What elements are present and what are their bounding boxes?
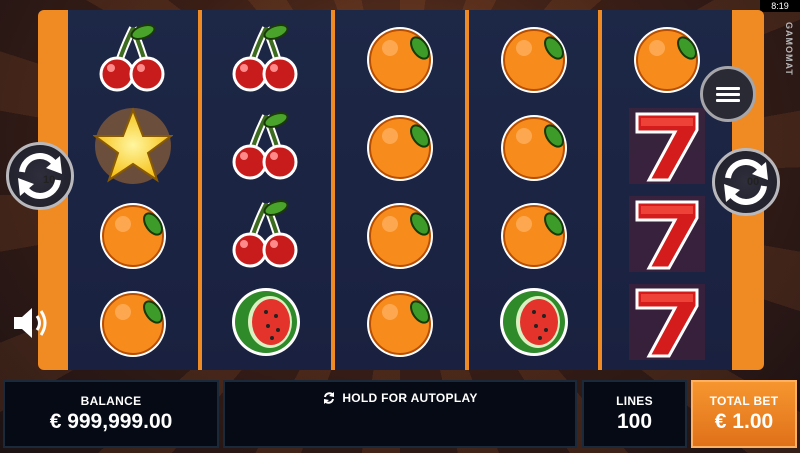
hamburger-menu-icon bbox=[716, 84, 740, 105]
cherry-icon bbox=[224, 17, 308, 99]
autoplay-label: HOLD FOR AUTOPLAY bbox=[342, 391, 478, 405]
autoplay-icon bbox=[324, 392, 335, 404]
watermelon-icon bbox=[492, 281, 576, 363]
spin-arrows-icon bbox=[724, 159, 768, 205]
seven-icon bbox=[625, 105, 709, 187]
reel-1 bbox=[68, 10, 198, 370]
total-bet-label: TOTAL BET bbox=[709, 394, 779, 408]
spin-button-left[interactable]: 10 bbox=[6, 142, 74, 210]
orange-icon bbox=[358, 105, 442, 187]
orange-icon bbox=[358, 193, 442, 275]
spin-badge-right: 00 bbox=[747, 176, 760, 188]
orange-icon bbox=[358, 281, 442, 363]
cherry-icon bbox=[91, 17, 175, 99]
reel-2 bbox=[201, 10, 332, 370]
orange-icon bbox=[492, 193, 576, 275]
autoplay-button[interactable]: HOLD FOR AUTOPLAY bbox=[223, 380, 577, 448]
orange-icon bbox=[625, 17, 709, 99]
spin-badge-left: 10 bbox=[43, 174, 56, 186]
star-icon bbox=[91, 105, 175, 187]
balance-panel: BALANCE € 999,999.00 bbox=[3, 380, 219, 448]
speaker-icon[interactable] bbox=[10, 303, 52, 343]
brand-logo: GAMOMAT bbox=[784, 22, 794, 76]
balance-value: € 999,999.00 bbox=[49, 410, 173, 433]
orange-icon bbox=[91, 193, 175, 275]
total-bet-button[interactable]: TOTAL BET € 1.00 bbox=[691, 380, 797, 448]
orange-icon bbox=[358, 17, 442, 99]
total-bet-value: € 1.00 bbox=[714, 410, 774, 433]
cherry-icon bbox=[224, 105, 308, 187]
orange-icon bbox=[492, 105, 576, 187]
reel-4 bbox=[468, 10, 599, 370]
lines-value: 100 bbox=[616, 410, 653, 433]
status-bar-time: 8:19 bbox=[760, 0, 800, 12]
spin-button-right[interactable]: 00 bbox=[712, 148, 780, 216]
balance-label: BALANCE bbox=[80, 394, 142, 408]
watermelon-icon bbox=[224, 281, 308, 363]
reels-area bbox=[68, 10, 732, 370]
menu-button[interactable] bbox=[700, 66, 756, 122]
orange-icon bbox=[91, 281, 175, 363]
lines-label: LINES bbox=[616, 394, 653, 408]
lines-panel[interactable]: LINES 100 bbox=[582, 380, 687, 448]
spin-arrows-icon bbox=[18, 153, 62, 199]
seven-icon bbox=[625, 281, 709, 363]
reel-3 bbox=[335, 10, 465, 370]
orange-icon bbox=[492, 17, 576, 99]
cherry-icon bbox=[224, 193, 308, 275]
seven-icon bbox=[625, 193, 709, 275]
